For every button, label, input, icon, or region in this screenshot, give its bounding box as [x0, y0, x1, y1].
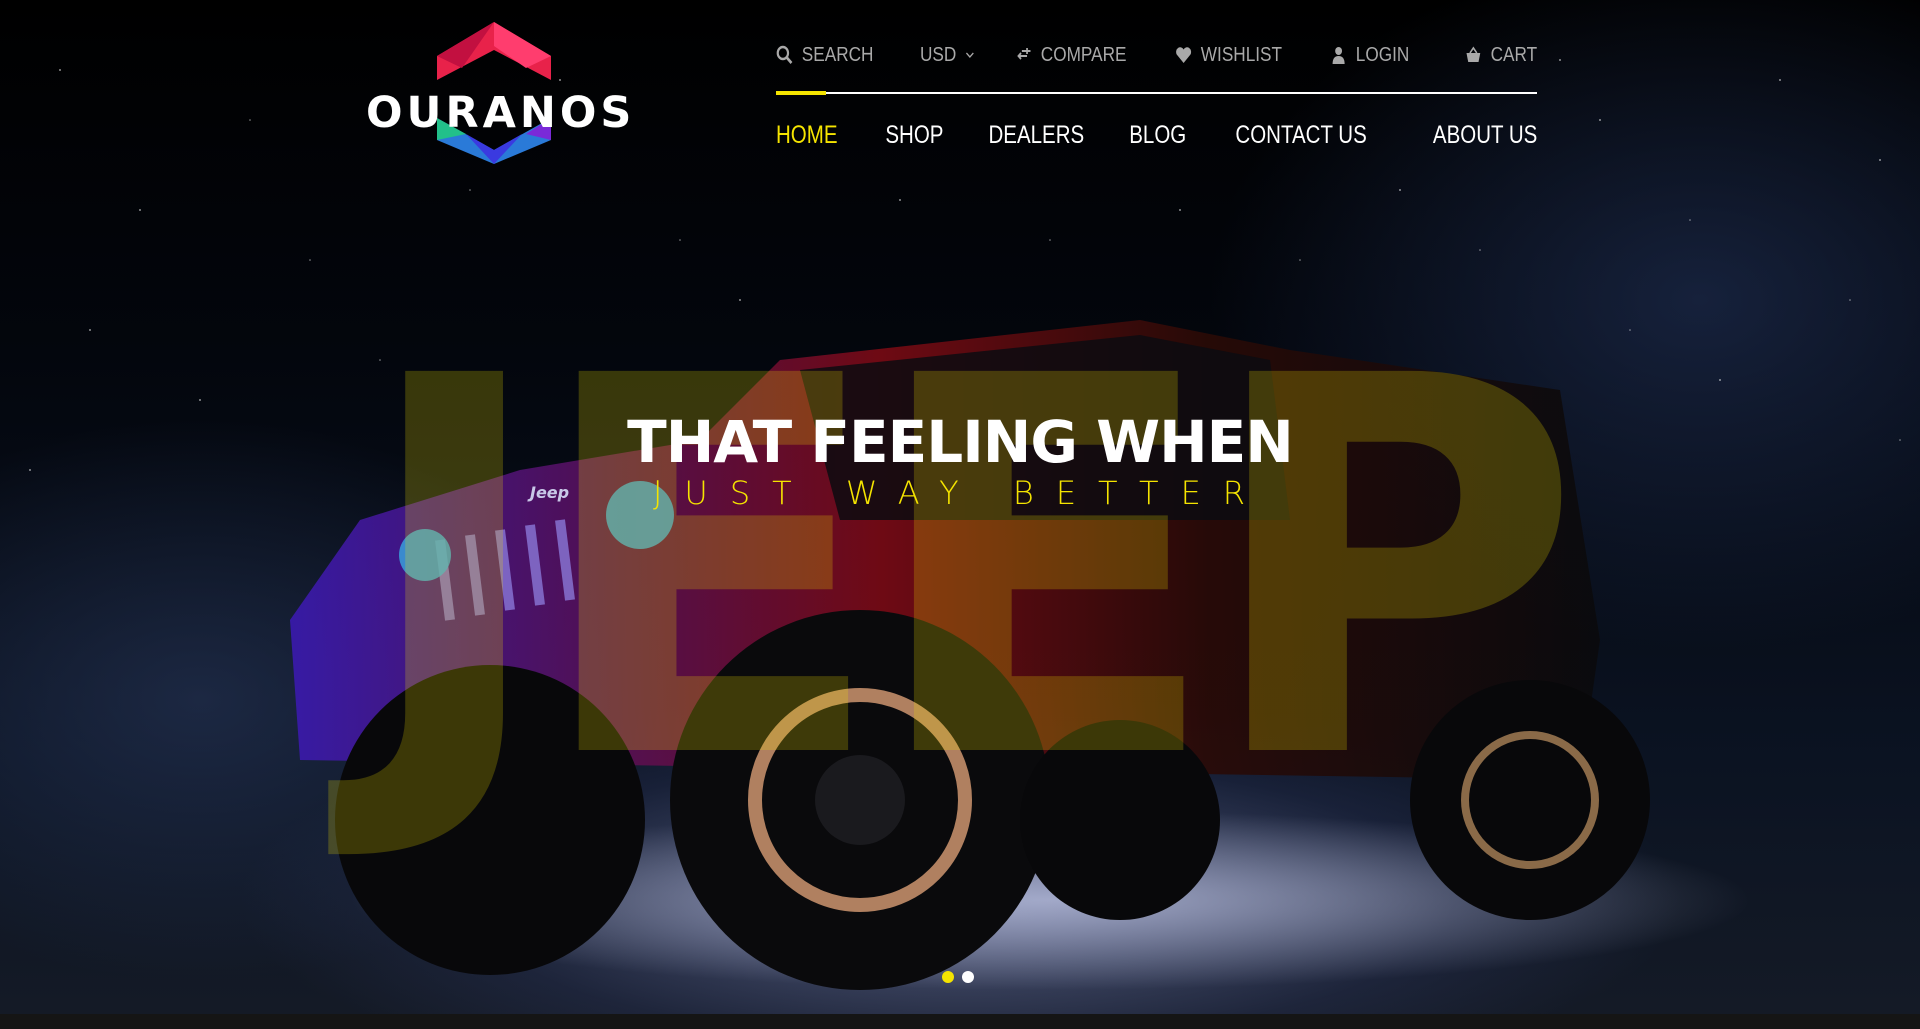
compare-arrows-icon [1017, 48, 1031, 60]
user-icon [1332, 47, 1345, 64]
basket-icon [1466, 46, 1481, 62]
utility-bar: SEARCH USD COMPARE WISHLIST LOGIN CART [776, 40, 1537, 70]
nav-home[interactable]: HOME [776, 121, 838, 150]
slide-dot-2[interactable] [962, 971, 974, 983]
cart-button[interactable]: CART [1465, 44, 1537, 67]
currency-selector[interactable]: USD [920, 44, 975, 67]
slide-dot-1[interactable] [942, 971, 954, 983]
nav-blog[interactable]: BLOG [1130, 121, 1187, 150]
hero-headline: THAT FEELING WHEN [627, 408, 1294, 476]
compare-label: COMPARE [1040, 43, 1127, 66]
wishlist-label: WISHLIST [1200, 43, 1283, 66]
cart-label: CART [1490, 43, 1537, 66]
slider-pagination [942, 971, 974, 983]
nav-divider [776, 92, 1537, 94]
nav-shop[interactable]: SHOP [886, 121, 944, 150]
hero-slider: JEEP Jeep OURANOS SEARCH USD COMPARE WIS… [0, 0, 1920, 1014]
nav-about-us[interactable]: ABOUT US [1433, 121, 1537, 150]
login-label: LOGIN [1355, 43, 1410, 66]
search-icon [776, 45, 793, 65]
active-nav-indicator [776, 91, 826, 95]
wishlist-button[interactable]: WISHLIST [1175, 44, 1282, 67]
currency-label: USD [919, 43, 957, 66]
heart-icon [1176, 47, 1192, 63]
search-button[interactable]: SEARCH [776, 44, 873, 67]
hero-subline: JUST WAY BETTER [652, 474, 1268, 512]
background-word: JEEP [325, 267, 1567, 873]
brand-logo[interactable]: OURANOS [366, 22, 636, 164]
main-navigation: HOME SHOP DEALERS BLOG CONTACT US ABOUT … [776, 118, 1537, 152]
nav-contact-us[interactable]: CONTACT US [1236, 121, 1367, 150]
compare-button[interactable]: COMPARE [1015, 44, 1126, 67]
nav-dealers[interactable]: DEALERS [989, 121, 1085, 150]
search-label: SEARCH [801, 43, 874, 66]
bottom-bar [0, 1014, 1920, 1029]
chevron-down-icon [966, 52, 974, 59]
login-button[interactable]: LOGIN [1330, 44, 1409, 67]
brand-name: OURANOS [366, 88, 636, 138]
